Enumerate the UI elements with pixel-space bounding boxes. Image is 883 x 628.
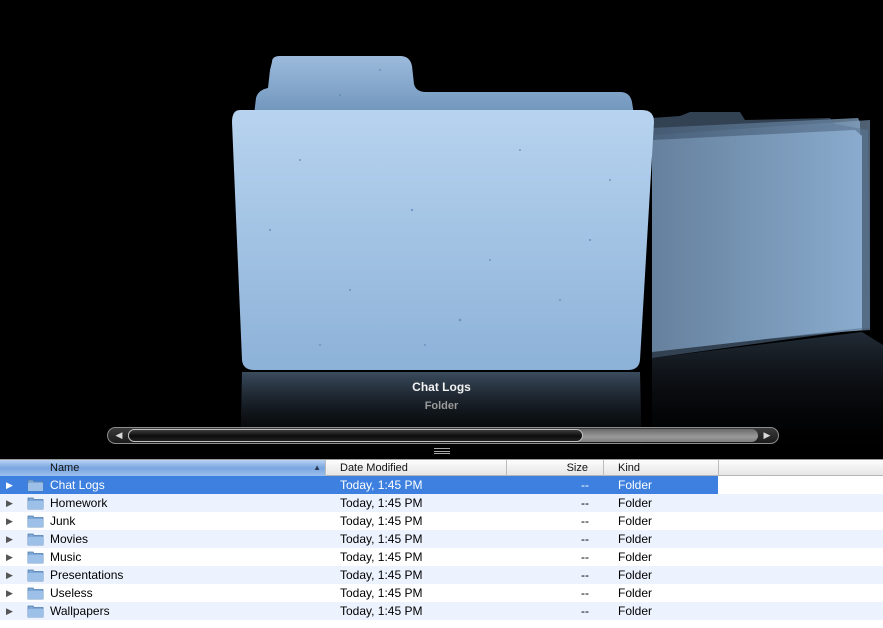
scroll-right-arrow-icon[interactable]: ▶ [758, 428, 776, 443]
folder-icon-large[interactable] [232, 56, 654, 459]
row-name: Useless [50, 586, 93, 600]
row-name: Wallpapers [50, 604, 110, 618]
row-kind: Folder [618, 568, 653, 582]
row-size: -- [581, 568, 589, 582]
row-date-modified: Today, 1:45 PM [340, 586, 423, 600]
row-kind: Folder [618, 532, 653, 546]
folder-icon [27, 587, 44, 600]
list-header: Name ▲ Date Modified Size Kind [0, 459, 883, 476]
folder-icon [27, 605, 44, 618]
folder-icon [27, 533, 44, 546]
disclosure-triangle-icon[interactable]: ▶ [6, 512, 16, 530]
file-list[interactable]: Name ▲ Date Modified Size Kind ▶ Chat Lo… [0, 459, 883, 628]
folder-icon [27, 551, 44, 564]
table-row[interactable]: ▶ Wallpapers Today, 1:45 PM -- Folder [0, 602, 883, 620]
folder-icon [27, 515, 44, 528]
row-kind: Folder [618, 496, 653, 510]
row-size: -- [581, 514, 589, 528]
row-date-modified: Today, 1:45 PM [340, 532, 423, 546]
disclosure-triangle-icon[interactable]: ▶ [6, 566, 16, 584]
disclosure-triangle-icon[interactable]: ▶ [6, 584, 16, 602]
folder-icon [27, 497, 44, 510]
row-date-modified: Today, 1:45 PM [340, 478, 423, 492]
row-name: Homework [50, 496, 108, 510]
sort-ascending-icon: ▲ [313, 463, 321, 472]
cover-flow-view[interactable]: Chat Logs Folder ◀ ▶ [0, 0, 883, 459]
row-kind: Folder [618, 586, 653, 600]
scroll-left-arrow-icon[interactable]: ◀ [110, 428, 128, 443]
column-header-name-label: Name [50, 462, 80, 474]
row-name: Movies [50, 532, 89, 546]
row-size: -- [581, 604, 589, 618]
table-row[interactable]: ▶ Movies Today, 1:45 PM -- Folder [0, 530, 883, 548]
row-date-modified: Today, 1:45 PM [340, 568, 423, 582]
disclosure-triangle-icon[interactable]: ▶ [6, 476, 16, 494]
list-rows: ▶ Chat Logs Today, 1:45 PM -- Folder ▶ H… [0, 476, 883, 620]
table-row[interactable]: ▶ Presentations Today, 1:45 PM -- Folder [0, 566, 883, 584]
row-date-modified: Today, 1:45 PM [340, 496, 423, 510]
table-row[interactable]: ▶ Useless Today, 1:45 PM -- Folder [0, 584, 883, 602]
cover-flow-item-title: Chat Logs [412, 380, 471, 394]
row-name: Presentations [50, 568, 124, 582]
row-size: -- [581, 496, 589, 510]
row-kind: Folder [618, 514, 653, 528]
column-header-date-modified[interactable]: Date Modified [326, 460, 507, 476]
disclosure-triangle-icon[interactable]: ▶ [6, 548, 16, 566]
disclosure-triangle-icon[interactable]: ▶ [6, 602, 16, 620]
table-row[interactable]: ▶ Homework Today, 1:45 PM -- Folder [0, 494, 883, 512]
disclosure-triangle-icon[interactable]: ▶ [6, 530, 16, 548]
row-size: -- [581, 586, 589, 600]
table-row[interactable]: ▶ Junk Today, 1:45 PM -- Folder [0, 512, 883, 530]
row-date-modified: Today, 1:45 PM [340, 514, 423, 528]
column-header-size[interactable]: Size [507, 460, 604, 476]
row-kind: Folder [618, 604, 653, 618]
folder-icon [27, 479, 44, 492]
row-name: Junk [50, 514, 76, 528]
row-size: -- [581, 550, 589, 564]
row-kind: Folder [618, 478, 653, 492]
split-divider-grip[interactable] [434, 448, 450, 454]
row-size: -- [581, 532, 589, 546]
disclosure-triangle-icon[interactable]: ▶ [6, 494, 16, 512]
folder-icon [27, 569, 44, 582]
row-name: Chat Logs [50, 478, 105, 492]
table-row[interactable]: ▶ Music Today, 1:45 PM -- Folder [0, 548, 883, 566]
row-size: -- [581, 478, 589, 492]
row-name: Music [50, 550, 82, 564]
column-header-kind[interactable]: Kind [604, 460, 719, 476]
row-date-modified: Today, 1:45 PM [340, 550, 423, 564]
scroll-track[interactable] [128, 429, 758, 442]
cover-flow-scrollbar[interactable]: ◀ ▶ [107, 427, 779, 444]
scroll-thumb[interactable] [128, 429, 583, 442]
row-date-modified: Today, 1:45 PM [340, 604, 423, 618]
table-row[interactable]: ▶ Chat Logs Today, 1:45 PM -- Folder [0, 476, 883, 494]
row-kind: Folder [618, 550, 653, 564]
column-header-name[interactable]: Name ▲ [0, 460, 326, 476]
cover-flow-item-kind: Folder [424, 400, 459, 412]
